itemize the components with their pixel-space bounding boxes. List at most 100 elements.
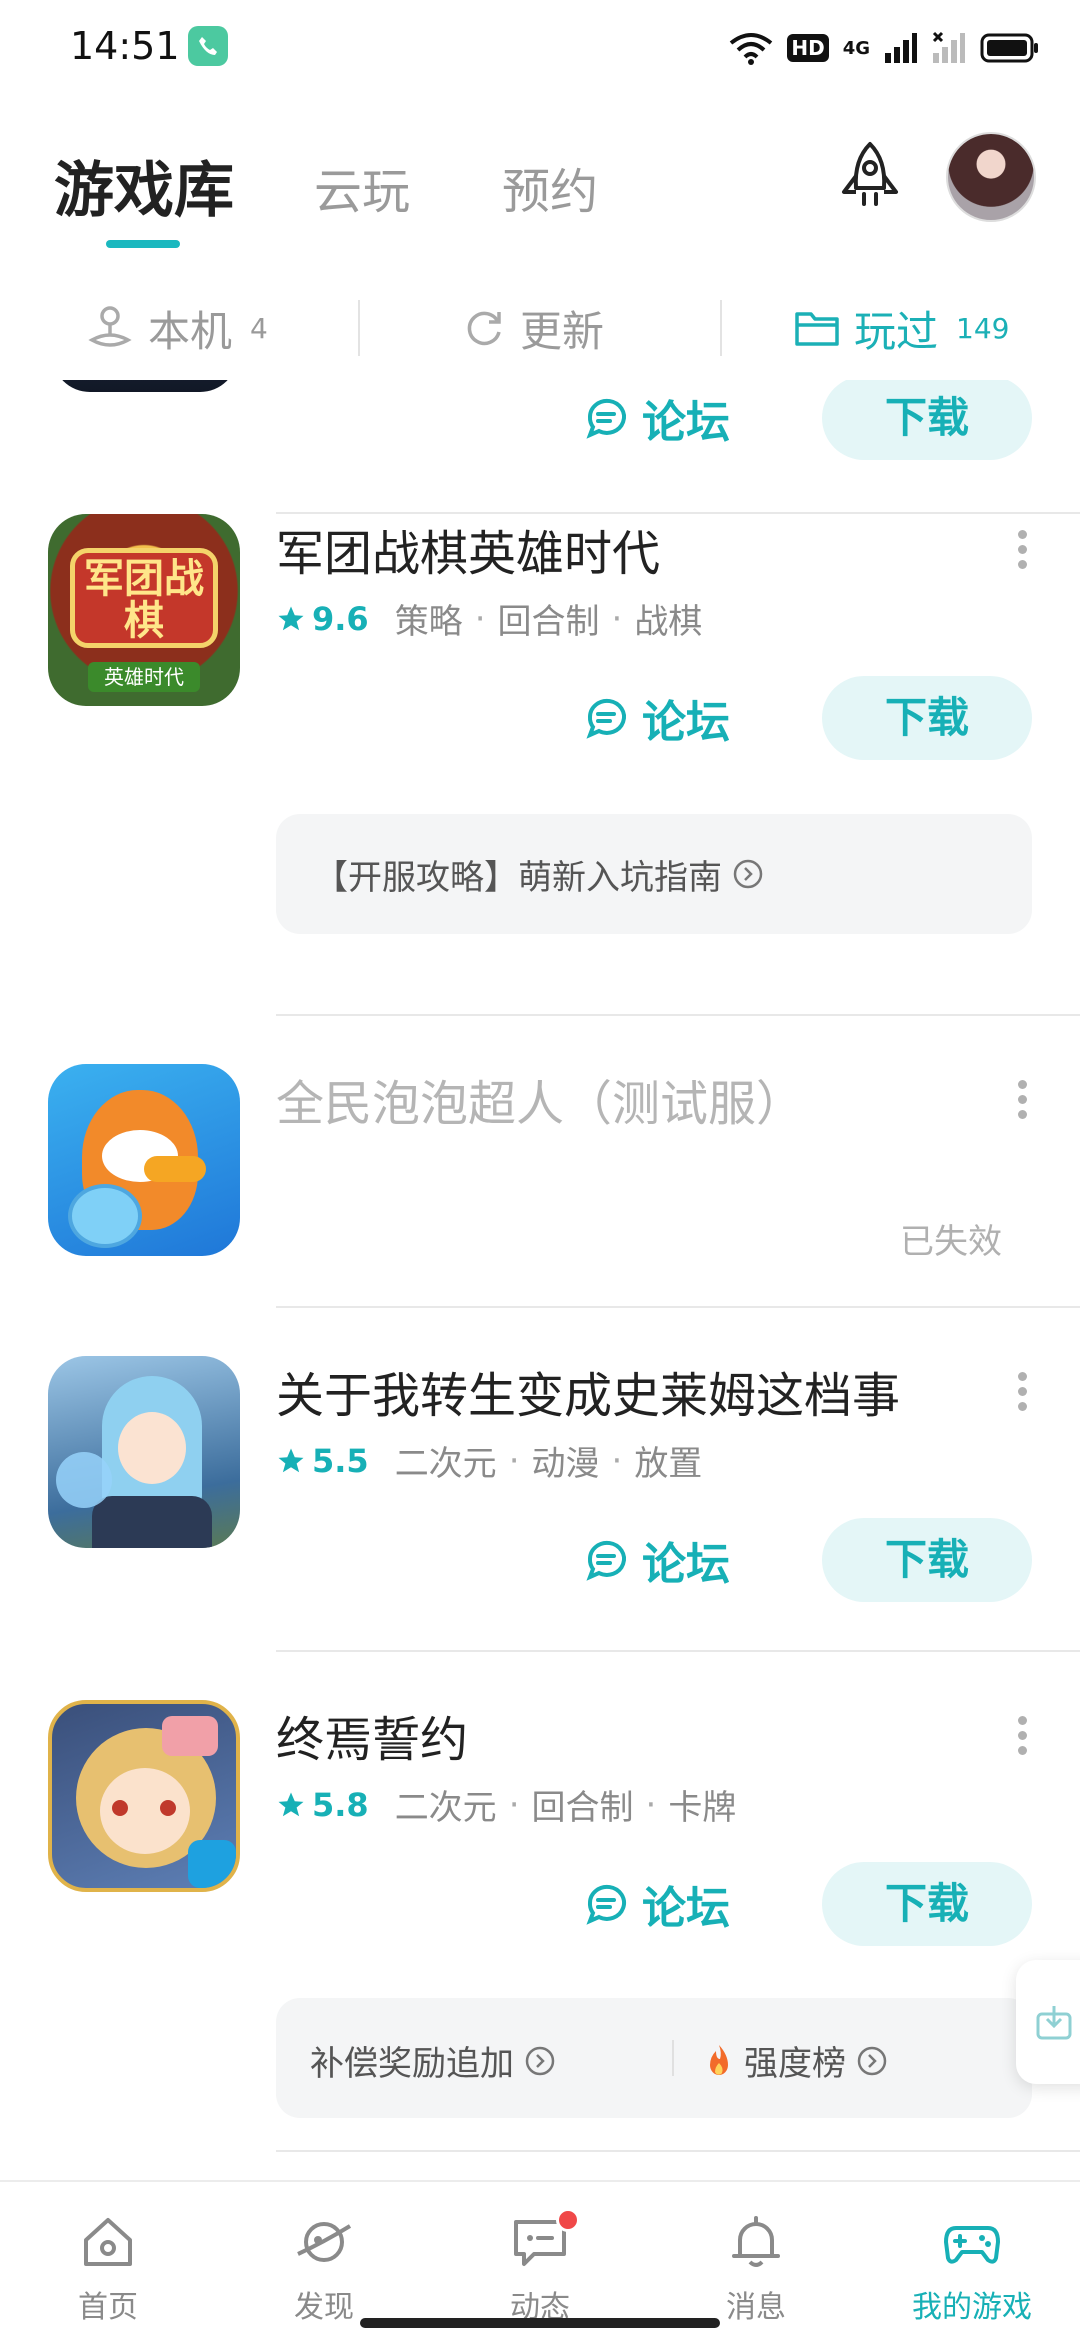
game-icon	[48, 1356, 240, 1548]
forum-button[interactable]: 论坛	[584, 388, 730, 448]
more-options-icon[interactable]	[1004, 1074, 1040, 1134]
avatar[interactable]	[946, 132, 1036, 222]
filter-bar: 本机 4 更新 玩过 149	[0, 276, 1080, 380]
joystick-icon	[88, 306, 132, 347]
floating-download-tab[interactable]	[1016, 1960, 1080, 2084]
filter-played-count: 149	[956, 311, 1010, 345]
more-options-icon[interactable]	[1004, 524, 1040, 584]
game-tag: 二次元	[394, 1788, 497, 1828]
game-title: 全民泡泡超人（测试服）	[276, 1076, 805, 1132]
forum-icon	[586, 398, 626, 439]
nav-discover[interactable]: 发现	[216, 2182, 432, 2340]
download-box-icon	[1036, 2006, 1072, 2040]
filter-local[interactable]: 本机 4	[86, 276, 268, 380]
game-extra-links: 补偿奖励追加 强度榜	[276, 1998, 1032, 2118]
top-tab-bar: 游戏库 云玩 预约	[0, 96, 1080, 266]
forum-label: 论坛	[642, 1539, 730, 1590]
game-tag: 回合制	[531, 1788, 634, 1828]
game-score: 5.8	[312, 1785, 369, 1824]
filter-played-label: 玩过	[854, 306, 939, 356]
game-meta: 9.6 策略 · 回合制 · 战棋	[276, 594, 702, 643]
compensation-link[interactable]: 补偿奖励追加	[310, 2036, 556, 2085]
divider	[672, 2040, 674, 2076]
game-tag: 回合制	[497, 602, 600, 642]
active-tab-indicator	[106, 240, 180, 248]
home-icon	[84, 2218, 132, 2266]
star-icon	[278, 1792, 304, 1816]
forum-button[interactable]: 论坛	[584, 1530, 730, 1590]
download-button[interactable]: 下载	[822, 1862, 1032, 1946]
notification-badge	[556, 2208, 580, 2232]
game-tag: 卡牌	[668, 1788, 737, 1828]
divider	[276, 1014, 1080, 1016]
forum-button[interactable]: 论坛	[584, 688, 730, 748]
partial-game-icon	[52, 380, 238, 392]
tab-cloud-play[interactable]: 云玩	[314, 152, 410, 222]
phone-call-icon	[188, 26, 228, 66]
game-title: 军团战棋英雄时代	[276, 526, 661, 582]
game-icon	[48, 1064, 240, 1256]
game-icon	[48, 1700, 240, 1892]
nav-label: 首页	[78, 2290, 138, 2325]
filter-update-label: 更新	[520, 306, 605, 356]
hd-icon: HD	[787, 34, 829, 62]
filter-update[interactable]: 更新	[462, 276, 604, 380]
filter-local-label: 本机	[148, 306, 233, 356]
divider	[276, 1306, 1080, 1308]
forum-label: 论坛	[642, 397, 730, 448]
status-bar: 14:51 HD 4G	[0, 0, 1080, 96]
game-tag: 策略	[394, 602, 463, 642]
game-score: 5.5	[312, 1441, 369, 1480]
icon-subtext: 英雄时代	[88, 662, 200, 692]
game-tag: 战棋	[634, 602, 703, 642]
fire-icon	[710, 2044, 728, 2075]
refresh-icon	[467, 311, 501, 346]
nav-label: 我的游戏	[912, 2290, 1032, 2325]
download-button[interactable]: 下载	[822, 676, 1032, 760]
filter-played[interactable]: 玩过 149	[794, 276, 1009, 380]
network-type-label: 4G	[842, 37, 870, 59]
forum-icon	[586, 698, 626, 739]
planet-icon	[297, 2222, 352, 2262]
tab-game-library[interactable]: 游戏库	[54, 142, 234, 229]
rocket-icon[interactable]	[830, 138, 910, 218]
game-meta: 5.8 二次元 · 回合制 · 卡牌	[276, 1780, 736, 1829]
more-options-icon[interactable]	[1004, 1366, 1040, 1426]
divider	[276, 2150, 1080, 2152]
nav-messages[interactable]: 消息	[648, 2182, 864, 2340]
folder-icon	[795, 312, 839, 346]
game-score: 9.6	[312, 599, 369, 638]
game-list: 论坛 下载 军团战棋 英雄时代 军团战棋英雄时代 9.6 策略 · 回合制 · 战棋…	[0, 380, 1080, 2180]
more-options-icon[interactable]	[1004, 1710, 1040, 1770]
status-time: 14:51	[70, 24, 180, 68]
download-button[interactable]: 下载	[822, 1518, 1032, 1602]
star-icon	[278, 1448, 304, 1472]
game-meta: 5.5 二次元 · 动漫 · 放置	[276, 1436, 702, 1485]
game-title: 终焉誓约	[276, 1712, 469, 1768]
status-icons: HD 4G	[729, 28, 1040, 68]
bell-icon	[732, 2216, 780, 2267]
forum-label: 论坛	[642, 1883, 730, 1934]
compensation-text: 补偿奖励追加	[310, 2044, 514, 2084]
home-indicator[interactable]	[360, 2318, 720, 2328]
divider	[720, 300, 722, 356]
nav-feed[interactable]: 动态	[432, 2182, 648, 2340]
guide-text: 【开服攻略】萌新入坑指南	[314, 857, 722, 898]
tab-reservation[interactable]: 预约	[502, 152, 598, 222]
game-tag: 动漫	[531, 1444, 600, 1484]
signal-icon	[885, 33, 917, 63]
forum-icon	[586, 1540, 626, 1581]
expired-status: 已失效	[900, 1222, 1002, 1262]
star-icon	[278, 606, 304, 630]
nav-home[interactable]: 首页	[0, 2182, 216, 2340]
icon-text: 军团战棋	[84, 556, 204, 644]
game-tag: 二次元	[394, 1444, 497, 1484]
download-button[interactable]: 下载	[822, 380, 1032, 460]
bottom-nav: 首页 发现 动态 消息 我的游戏	[0, 2180, 1080, 2340]
guide-link[interactable]: 【开服攻略】萌新入坑指南	[276, 814, 1032, 934]
gamepad-icon	[944, 2226, 1000, 2264]
ranking-link[interactable]: 强度榜	[704, 2036, 888, 2085]
game-icon: 军团战棋 英雄时代	[48, 514, 240, 706]
nav-my-games[interactable]: 我的游戏	[864, 2182, 1080, 2340]
forum-button[interactable]: 论坛	[584, 1874, 730, 1934]
